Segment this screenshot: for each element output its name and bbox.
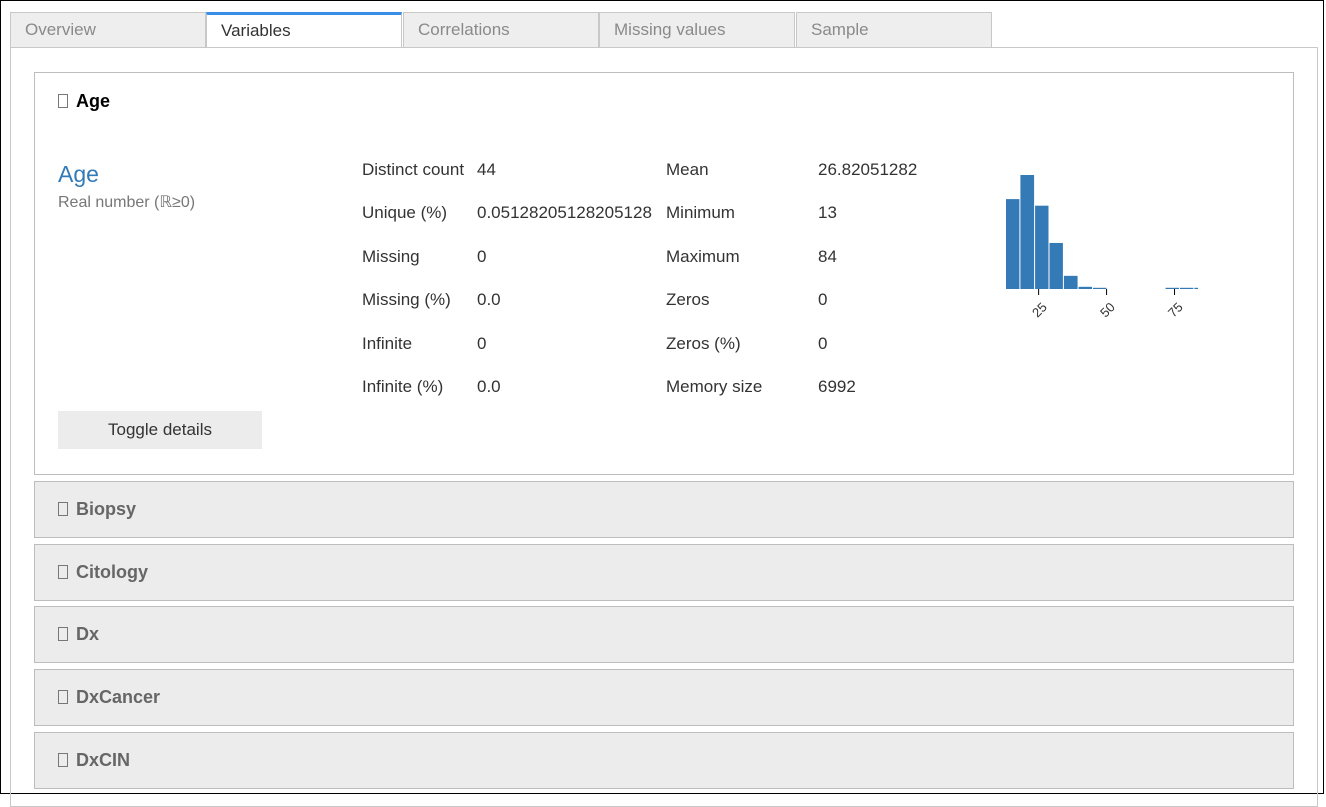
tab-variables[interactable]: Variables: [206, 12, 402, 48]
tab-sample[interactable]: Sample: [796, 12, 992, 47]
panel-header-label: Biopsy: [76, 499, 137, 519]
x-axis-tick-label: 25: [1029, 299, 1050, 320]
stat-label-infinite-pct: Infinite (%): [362, 377, 444, 396]
stat-label-infinite: Infinite: [362, 334, 413, 353]
panel-header-biopsy: Biopsy: [58, 499, 136, 520]
stat-label-minimum: Minimum: [666, 203, 735, 222]
variable-panel-biopsy[interactable]: Biopsy: [34, 481, 1294, 538]
histogram-bar: [1078, 286, 1092, 289]
panel-header-label: Age: [76, 91, 111, 111]
panel-header-dx: Dx: [58, 624, 99, 645]
stat-value-missing-pct: 0.0: [477, 290, 501, 309]
variable-name: Age: [58, 161, 99, 187]
variable-panel-dx[interactable]: Dx: [34, 606, 1294, 663]
toggle-details-button[interactable]: Toggle details: [58, 411, 262, 449]
stat-label-distinct-count: Distinct count: [362, 160, 465, 179]
variable-panel-dxcin[interactable]: DxCIN: [34, 732, 1294, 789]
stat-value-zeros: 0: [818, 290, 828, 309]
histogram-bar: [1020, 175, 1035, 289]
stat-value-unique-pct: 0.05128205128205128: [477, 203, 652, 222]
histogram-bar: [1179, 287, 1194, 289]
histogram-bar: [1092, 287, 1107, 289]
stat-value-mean: 26.82051282: [818, 160, 918, 179]
expand-toggle-icon: [58, 753, 68, 767]
variable-panel-dxcancer[interactable]: DxCancer: [34, 669, 1294, 726]
panel-header-label: DxCIN: [76, 750, 131, 770]
tab-overview[interactable]: Overview: [10, 12, 206, 47]
histogram-bar: [1006, 199, 1020, 289]
variable-panel-citology[interactable]: Citology: [34, 544, 1294, 601]
stat-value-minimum: 13: [818, 203, 837, 222]
panel-header-dxcancer: DxCancer: [58, 687, 160, 708]
stat-value-distinct-count: 44: [477, 160, 496, 179]
stat-label-zeros-pct: Zeros (%): [666, 334, 741, 353]
panel-header-label: Citology: [76, 562, 148, 582]
stat-label-memory-size: Memory size: [666, 377, 763, 396]
stat-label-maximum: Maximum: [666, 247, 740, 266]
stat-value-missing: 0: [477, 247, 487, 266]
stat-value-memory-size: 6992: [818, 377, 856, 396]
stat-label-unique-pct: Unique (%): [362, 203, 448, 222]
stat-value-zeros-pct: 0: [818, 334, 828, 353]
histogram-bar: [1035, 205, 1049, 289]
tab-correlations[interactable]: Correlations: [403, 12, 599, 47]
expand-toggle-icon: [58, 94, 68, 108]
panel-header-citology: Citology: [58, 562, 148, 583]
expand-toggle-icon: [58, 627, 68, 641]
stat-value-infinite-pct: 0.0: [477, 377, 501, 396]
stat-label-zeros: Zeros: [666, 290, 710, 309]
stat-label-mean: Mean: [666, 160, 709, 179]
histogram-chart: 25 50 75: [1006, 175, 1198, 320]
panel-header-label: Dx: [76, 624, 100, 644]
stat-value-infinite: 0: [477, 334, 487, 353]
x-axis-tick-label: 75: [1165, 299, 1186, 320]
panel-header-label: DxCancer: [76, 687, 161, 707]
histogram-bar: [1049, 242, 1063, 289]
expand-toggle-icon: [58, 565, 68, 579]
expand-toggle-icon: [58, 502, 68, 516]
stat-label-missing-pct: Missing (%): [362, 290, 451, 309]
variable-type: Real number (ℝ≥0): [58, 194, 196, 211]
expand-toggle-icon: [58, 690, 68, 704]
histogram-bar: [1165, 287, 1179, 289]
histogram-bar: [1194, 287, 1198, 289]
panel-header-dxcin: DxCIN: [58, 750, 130, 771]
histogram-bar: [1063, 275, 1078, 289]
stat-label-missing: Missing: [362, 247, 420, 266]
x-axis-tick-label: 50: [1097, 299, 1118, 320]
tab-missing-values[interactable]: Missing values: [599, 12, 795, 47]
panel-header-age[interactable]: Age: [58, 91, 110, 112]
stat-value-maximum: 84: [818, 247, 837, 266]
